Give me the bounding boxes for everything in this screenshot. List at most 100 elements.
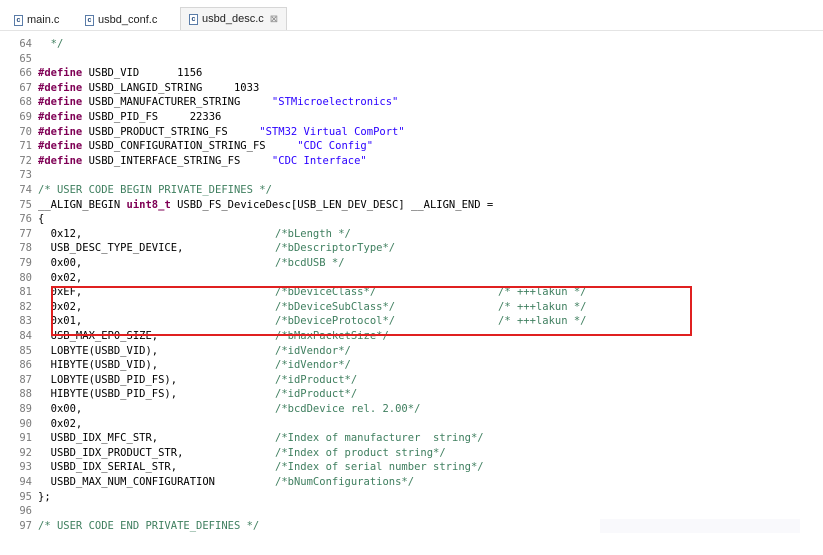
code-line[interactable]: 89 0x00, /*bcdDevice rel. 2.00*/ [0, 402, 823, 417]
c-file-icon: c [189, 13, 198, 25]
code-text: #define USBD_PID_FS 22336 [38, 110, 221, 125]
code-line[interactable]: 70 #define USBD_PRODUCT_STRING_FS "STM32 … [0, 125, 823, 140]
code-token: USB_DESC_TYPE_DEVICE, [38, 242, 184, 255]
code-text: HIBYTE(USBD_VID), [38, 358, 158, 373]
code-line[interactable]: 93 USBD_IDX_SERIAL_STR, /*Index of serial… [0, 460, 823, 475]
line-number: 65 [19, 52, 32, 65]
tab-usbd-desc-c[interactable]: c usbd_desc.c ⊠ [180, 7, 288, 30]
code-line[interactable]: 86 HIBYTE(USBD_VID), /*idVendor*/ [0, 358, 823, 373]
code-line[interactable]: 74 /* USER CODE BEGIN PRIVATE_DEFINES */ [0, 183, 823, 198]
code-text: /* USER CODE BEGIN PRIVATE_DEFINES */ [38, 183, 272, 198]
code-line[interactable]: 75 __ALIGN_BEGIN uint8_t USBD_FS_DeviceDe… [0, 198, 823, 213]
code-line[interactable]: 85 LOBYTE(USBD_VID), /*idVendor*/ [0, 344, 823, 359]
keyword-token: #define [38, 140, 83, 153]
code-token: USBD_CONFIGURATION_STRING_FS [82, 140, 298, 153]
code-line[interactable]: 91 USBD_IDX_MFC_STR, /*Index of manufactu… [0, 431, 823, 446]
code-token: USBD_VID 1156 [82, 67, 203, 80]
code-line[interactable]: 72 #define USBD_INTERFACE_STRING_FS "CDC … [0, 154, 823, 169]
code-line[interactable]: 92 USBD_IDX_PRODUCT_STR, /*Index of produ… [0, 446, 823, 461]
tab-usbd-conf-c[interactable]: c usbd_conf.c [85, 10, 157, 30]
line-number: 93 [19, 461, 32, 474]
line-number: 75 [19, 198, 32, 211]
code-text: #define USBD_PRODUCT_STRING_FS "STM32 Vi… [38, 125, 405, 140]
line-number: 86 [19, 359, 32, 372]
code-line[interactable]: 79 0x00, /*bcdUSB */ [0, 256, 823, 271]
code-text: 0x00, [38, 402, 83, 417]
code-line[interactable]: 78 USB_DESC_TYPE_DEVICE, /*bDescriptorTyp… [0, 241, 823, 256]
code-line[interactable]: 68 #define USBD_MANUFACTURER_STRING "STMi… [0, 95, 823, 110]
code-text: #define USBD_INTERFACE_STRING_FS "CDC In… [38, 154, 367, 169]
code-token: LOBYTE(USBD_VID), [38, 344, 159, 357]
code-token: USBD_MAX_NUM_CONFIGURATION [38, 476, 216, 488]
comment-token: /* USER CODE END PRIVATE_DEFINES */ [38, 519, 260, 532]
inline-comment: /*idVendor*/ [275, 344, 351, 357]
code-line[interactable]: 77 0x12, /*bLength */ [0, 227, 823, 242]
tab-label: main.c [27, 14, 60, 26]
code-line[interactable]: 71 #define USBD_CONFIGURATION_STRING_FS "… [0, 139, 823, 154]
code-line[interactable]: 90 0x02, [0, 417, 823, 432]
code-line[interactable]: 94 USBD_MAX_NUM_CONFIGURATION /*bNumConfi… [0, 475, 823, 490]
code-token: HIBYTE(USBD_VID), [38, 359, 159, 372]
inline-comment: /*bDeviceSubClass*/ [275, 300, 396, 313]
keyword-token: #define [38, 125, 83, 138]
code-text: #define USBD_CONFIGURATION_STRING_FS "CD… [38, 139, 373, 154]
inline-comment: /*Index of manufacturer string*/ [275, 432, 484, 445]
code-editor[interactable]: 64 */65 66 #define USBD_VID 1156 67 #define … [0, 31, 823, 555]
code-token: USBD_PRODUCT_STRING_FS [82, 125, 260, 138]
code-line[interactable]: 88 HIBYTE(USBD_PID_FS), /*idProduct*/ [0, 387, 823, 402]
code-token: 0x12, [38, 227, 83, 240]
c-file-icon: c [14, 14, 23, 26]
code-text: __ALIGN_BEGIN uint8_t USBD_FS_DeviceDesc… [38, 198, 493, 213]
line-number: 70 [19, 125, 32, 138]
code-token: LOBYTE(USBD_PID_FS), [38, 373, 178, 386]
line-number: 72 [19, 154, 32, 167]
line-number: 87 [19, 373, 32, 386]
code-token: HIBYTE(USBD_PID_FS), [38, 388, 178, 401]
code-line[interactable]: 73 [0, 168, 823, 183]
code-line[interactable]: 84 USB_MAX_EP0_SIZE, /*bMaxPacketSize*/ [0, 329, 823, 344]
line-number: 81 [19, 286, 32, 299]
code-token: USBD_LANGID_STRING 1033 [82, 81, 260, 94]
string-token: "CDC Interface" [271, 154, 367, 167]
close-icon[interactable]: ⊠ [270, 14, 278, 25]
code-line[interactable]: 87 LOBYTE(USBD_PID_FS), /*idProduct*/ [0, 373, 823, 388]
line-number: 79 [19, 257, 32, 269]
comment-token: */ [38, 38, 64, 50]
keyword-token: #define [38, 111, 83, 123]
code-text: USB_DESC_TYPE_DEVICE, [38, 241, 184, 256]
code-token: 0x02, [38, 271, 83, 284]
line-number: 85 [19, 344, 32, 357]
tab-main-c[interactable]: c main.c [14, 10, 59, 30]
c-file-icon: c [85, 14, 94, 26]
code-line[interactable]: 96 [0, 504, 823, 519]
code-text: #define USBD_LANGID_STRING 1033 [38, 81, 259, 96]
line-number: 95 [19, 490, 32, 503]
keyword-token: #define [38, 67, 83, 80]
code-text: USB_MAX_EP0_SIZE, [38, 329, 158, 344]
inline-comment: /*Index of product string*/ [275, 446, 446, 459]
code-text: #define USBD_MANUFACTURER_STRING "STMicr… [38, 95, 398, 110]
code-line[interactable]: 66 #define USBD_VID 1156 [0, 66, 823, 81]
code-token: USBD_IDX_PRODUCT_STR, [38, 446, 184, 459]
code-text: LOBYTE(USBD_PID_FS), [38, 373, 177, 388]
line-number: 96 [19, 505, 32, 518]
code-line[interactable]: 69 #define USBD_PID_FS 22336 [0, 110, 823, 125]
code-line[interactable]: 95}; [0, 490, 823, 505]
inline-comment: /*Index of serial number string*/ [275, 461, 484, 474]
inline-comment: /*bcdUSB */ [275, 257, 345, 269]
code-line[interactable]: 81 0xEF, /*bDeviceClass*/ /* +++lakun */ [0, 285, 823, 300]
code-text: 0x12, [38, 227, 83, 242]
code-line[interactable]: 65 [0, 52, 823, 67]
inline-comment: /*bDeviceClass*/ [275, 286, 377, 299]
code-line[interactable]: 82 0x02, /*bDeviceSubClass*/ /* +++lakun *… [0, 300, 823, 315]
code-line[interactable]: 67 #define USBD_LANGID_STRING 1033 [0, 81, 823, 96]
code-token: USBD_INTERFACE_STRING_FS [82, 154, 272, 167]
line-number: 74 [19, 184, 32, 196]
code-line[interactable]: 83 0x01, /*bDeviceProtocol*/ /* +++lakun *… [0, 314, 823, 329]
code-token: 0x00, [38, 403, 83, 415]
code-line[interactable]: 76 { [0, 212, 823, 227]
code-line[interactable]: 64 */ [0, 37, 823, 52]
code-token: __ALIGN_BEGIN [38, 198, 127, 211]
inline-comment: /*bDeviceProtocol*/ [275, 315, 396, 328]
code-line[interactable]: 80 0x02, [0, 271, 823, 286]
